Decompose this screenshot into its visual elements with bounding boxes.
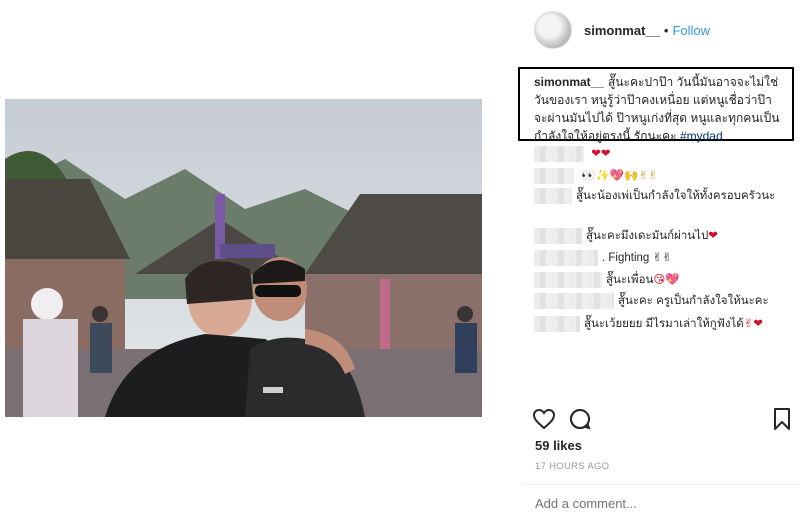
comment-item: 👀✨💖🙌✌✌: [534, 164, 794, 186]
blurred-username[interactable]: [534, 315, 580, 332]
comment-item: สู้๊นะน้องเพ่เป็นกำลังใจให้ทั้งครอบครัวน…: [534, 186, 794, 224]
post-photo[interactable]: [5, 99, 482, 417]
bookmark-icon[interactable]: [770, 407, 794, 431]
comment-emoji: ✌✌: [652, 250, 672, 264]
blurred-username[interactable]: [534, 145, 584, 162]
caption-hashtag[interactable]: #mydad: [680, 129, 723, 143]
separator-dot: •: [663, 22, 669, 38]
blurred-username[interactable]: [534, 227, 582, 244]
comment-emoji: ❤❤: [591, 146, 611, 160]
comment-text: สู้๊นะเว้ยยยย มีไรมาเล่าให้กูฟังได้: [584, 317, 744, 330]
blurred-username[interactable]: [534, 271, 602, 288]
follow-button[interactable]: Follow: [672, 23, 710, 38]
comment-text: สู้๊นะเพื่อน: [606, 273, 654, 286]
comment-item: . Fighting ✌✌: [534, 246, 794, 268]
comment-emoji: ✌❤: [743, 316, 764, 330]
comment-input[interactable]: [535, 496, 785, 511]
caption-username[interactable]: simonmat__: [534, 75, 604, 89]
comment-emoji: 😘💖: [653, 272, 680, 286]
heart-outline-icon[interactable]: [532, 407, 556, 431]
avatar[interactable]: [534, 11, 572, 49]
divider: [522, 484, 800, 485]
post-header: simonmat__ • Follow: [534, 10, 794, 50]
comment-emoji: ❤: [708, 228, 718, 242]
comment-text: . Fighting: [602, 251, 650, 264]
blurred-username[interactable]: [534, 293, 614, 309]
caption: simonmat__ สู้๊นะคะปาป๊า วันนี้มันอาจจะไม…: [518, 67, 794, 143]
blurred-username[interactable]: [534, 188, 572, 204]
comment-emoji: 👀✨💖🙌✌✌: [581, 168, 658, 182]
header-username[interactable]: simonmat__: [584, 23, 660, 38]
comment-text: สู้๊นะคะมึงเดะมันก์ผ่านไป: [586, 229, 709, 242]
comment-item: ❤❤: [534, 142, 794, 164]
comment-item: สู้๊นะเพื่อน😘💖: [534, 268, 794, 290]
comment-item: สู้๊นะคะ ครูเป็นกำลังใจให้นะคะ: [534, 290, 794, 312]
comment-text: สู้๊นะคะ ครูเป็นกำลังใจให้นะคะ: [618, 295, 769, 307]
comment-text: สู้๊นะน้องเพ่เป็นกำลังใจให้ทั้งครอบครัวน…: [576, 190, 776, 202]
speech-bubble-icon[interactable]: [568, 407, 592, 431]
like-count[interactable]: 59 likes: [535, 438, 582, 453]
comment-item: สู้๊นะคะมึงเดะมันก์ผ่านไป❤: [534, 224, 794, 246]
comment-item: สู้๊นะเว้ยยยย มีไรมาเล่าให้กูฟังได้✌❤: [534, 312, 794, 334]
photo-illustration: [5, 99, 482, 417]
action-bar: [532, 405, 794, 435]
comment-list: ❤❤ 👀✨💖🙌✌✌ สู้๊นะน้องเพ่เป็นกำลังใจให้ทั้…: [534, 142, 794, 334]
blurred-username[interactable]: [534, 167, 574, 184]
blurred-username[interactable]: [534, 249, 598, 266]
post-timestamp: 17 HOURS AGO: [535, 461, 610, 472]
